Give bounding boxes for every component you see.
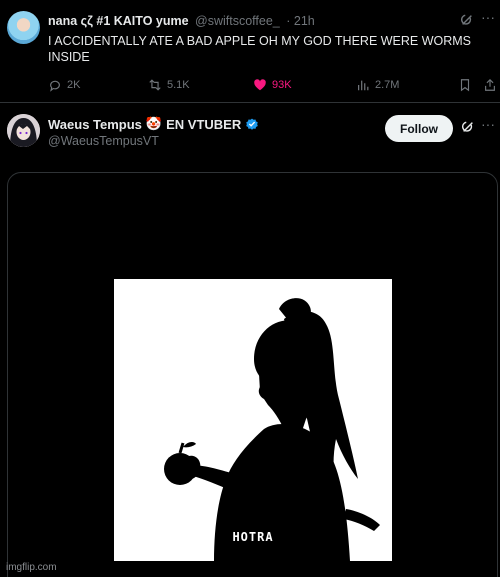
heart-icon bbox=[254, 79, 266, 91]
views-button[interactable]: 2.7M bbox=[356, 77, 399, 93]
timestamp[interactable]: · 21h bbox=[286, 14, 315, 28]
user-avatar[interactable] bbox=[7, 114, 40, 147]
reply-icon bbox=[50, 80, 60, 92]
like-count: 93K bbox=[272, 79, 292, 91]
views-icon bbox=[358, 80, 369, 91]
tweet-header: nana ςζ #1 KAITO yume @swiftscoffee_ · 2… bbox=[48, 14, 315, 28]
repost-count: 5.1K bbox=[167, 79, 190, 91]
share-icon[interactable] bbox=[483, 78, 497, 92]
repost-icon bbox=[149, 79, 161, 91]
image-caption: HOTRA bbox=[232, 530, 273, 544]
tweet-original[interactable]: Waeus Tempus 🤡 EN VTUBER @WaeusTempusVT … bbox=[0, 103, 500, 577]
view-count: 2.7M bbox=[375, 79, 400, 91]
more-options-icon[interactable]: ··· bbox=[481, 116, 495, 132]
grok-icon[interactable] bbox=[460, 13, 474, 27]
silhouette-image[interactable]: HOTRA bbox=[114, 279, 392, 561]
follow-button[interactable]: Follow bbox=[385, 115, 453, 142]
grok-icon[interactable] bbox=[461, 120, 475, 134]
reply-button[interactable]: 2K bbox=[48, 77, 80, 93]
more-options-icon[interactable]: ··· bbox=[481, 9, 495, 25]
display-name[interactable]: nana ςζ #1 KAITO yume bbox=[48, 14, 189, 28]
repost-button[interactable]: 5.1K bbox=[148, 77, 190, 93]
clown-emoji: 🤡 bbox=[145, 116, 163, 131]
user-handle[interactable]: @swiftscoffee_ bbox=[195, 14, 280, 28]
tweet-reply[interactable]: nana ςζ #1 KAITO yume @swiftscoffee_ · 2… bbox=[0, 0, 500, 102]
like-button[interactable]: 93K bbox=[253, 77, 292, 93]
reply-count: 2K bbox=[67, 79, 81, 91]
user-handle[interactable]: @WaeusTempusVT bbox=[48, 134, 159, 148]
display-name[interactable]: Waeus Tempus bbox=[48, 117, 142, 132]
user-avatar[interactable] bbox=[7, 11, 40, 44]
tweet-media[interactable]: HOTRA bbox=[7, 172, 498, 577]
bookmark-icon[interactable] bbox=[458, 78, 472, 92]
tweet-actions: 2K 5.1K 93K 2.7M bbox=[48, 77, 498, 93]
verified-badge-icon bbox=[246, 118, 259, 130]
tweet-text: I ACCIDENTALLY ATE A BAD APPLE OH MY GOD… bbox=[48, 34, 472, 64]
display-name-suffix[interactable]: EN VTUBER bbox=[166, 117, 241, 132]
tweet-header: Waeus Tempus 🤡 EN VTUBER bbox=[48, 116, 259, 132]
watermark: imgflip.com bbox=[6, 562, 57, 573]
